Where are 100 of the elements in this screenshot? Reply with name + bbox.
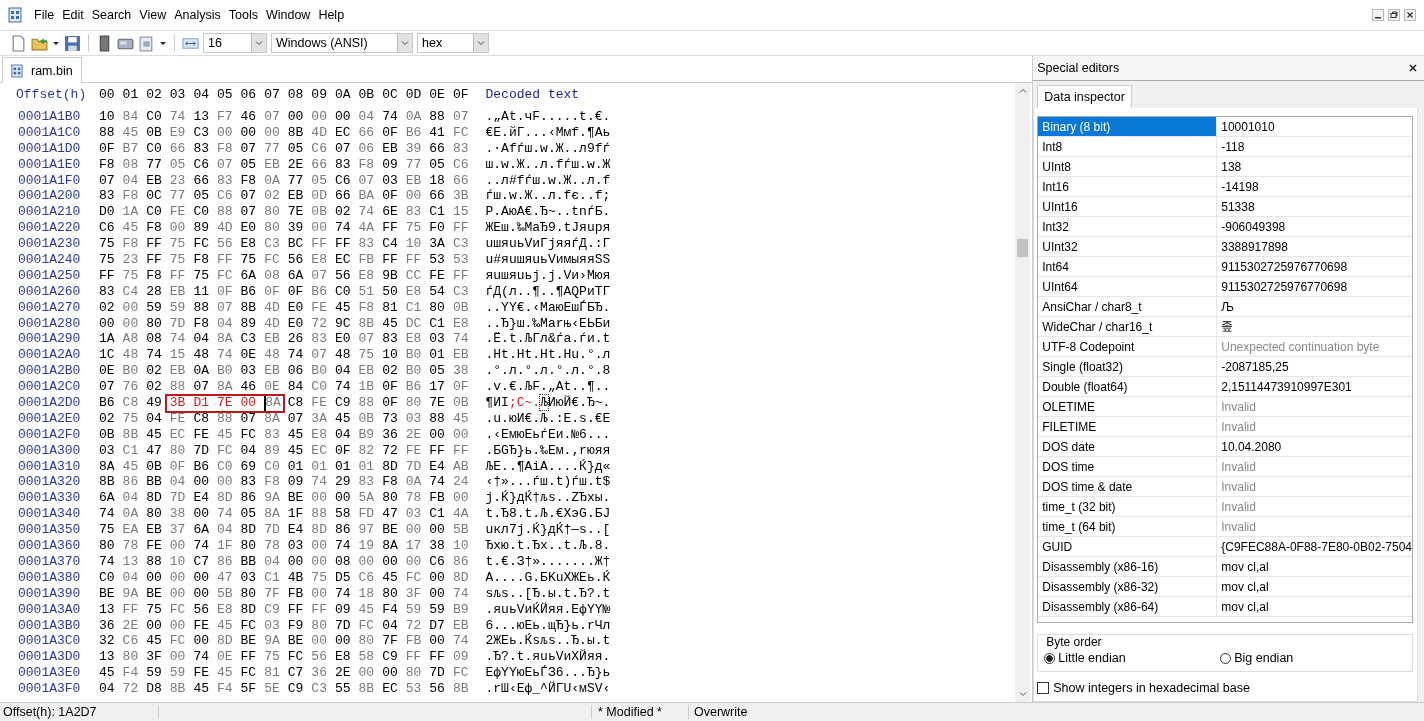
hex-byte[interactable]: 4B: [287, 569, 312, 586]
hex-byte[interactable]: 00: [358, 553, 383, 570]
hex-byte[interactable]: 4D: [216, 220, 241, 237]
hex-byte[interactable]: 88: [311, 506, 335, 523]
hex-byte[interactable]: EB: [146, 522, 170, 539]
hex-byte[interactable]: 72: [311, 315, 335, 332]
hex-byte[interactable]: 7F: [264, 585, 288, 602]
hex-byte[interactable]: 00: [99, 315, 123, 332]
hex-byte[interactable]: 86: [334, 522, 359, 539]
hex-byte[interactable]: 38: [452, 363, 477, 380]
hex-byte[interactable]: FE: [311, 299, 335, 316]
hex-byte[interactable]: FC: [358, 617, 383, 634]
hex-byte[interactable]: 05: [429, 363, 453, 380]
hex-byte[interactable]: 75: [146, 601, 170, 618]
hex-byte[interactable]: 00: [240, 124, 265, 141]
hex-byte[interactable]: 00: [429, 633, 453, 650]
hex-byte[interactable]: 80: [405, 665, 430, 682]
hex-byte[interactable]: 74: [452, 633, 477, 650]
hex-byte[interactable]: FF: [452, 220, 477, 237]
hex-byte[interactable]: 18: [358, 585, 383, 602]
hex-byte[interactable]: 56: [216, 236, 241, 252]
hex-byte[interactable]: 80: [240, 538, 265, 554]
hex-byte[interactable]: 75: [99, 522, 123, 539]
hex-byte[interactable]: 11: [193, 283, 217, 300]
inspector-row[interactable]: UTF-8 Codepoint Unexpected continuation byte: [1038, 337, 1412, 357]
hex-byte[interactable]: 7D: [334, 617, 359, 634]
hex-byte[interactable]: 00: [193, 474, 217, 491]
hex-byte[interactable]: 09: [334, 601, 359, 618]
hex-byte[interactable]: 75: [311, 569, 335, 586]
hex-byte[interactable]: 84: [122, 109, 147, 125]
hex-byte[interactable]: 75: [193, 267, 217, 284]
inspector-row[interactable]: Disassembly (x86-64) mov cl,al: [1038, 597, 1412, 617]
hex-byte[interactable]: 00: [287, 553, 312, 570]
hex-byte[interactable]: 02: [99, 410, 123, 427]
hex-byte[interactable]: 08: [146, 331, 170, 348]
hex-byte[interactable]: BE: [287, 490, 312, 507]
hex-byte[interactable]: 00: [382, 553, 406, 570]
hex-byte[interactable]: 0C: [146, 188, 170, 205]
hex-byte[interactable]: 74: [216, 506, 241, 523]
hex-byte[interactable]: 37: [169, 522, 194, 539]
hex-byte[interactable]: 83: [264, 426, 288, 443]
hex-byte[interactable]: 82: [358, 442, 383, 459]
hex-byte[interactable]: 0B: [146, 458, 170, 475]
hex-byte[interactable]: C1: [264, 569, 288, 586]
hex-byte[interactable]: 88: [216, 410, 241, 427]
hex-byte[interactable]: 00: [169, 220, 194, 237]
menu-item[interactable]: Edit: [58, 8, 88, 22]
hex-byte[interactable]: C6: [429, 553, 453, 570]
hex-byte[interactable]: 0F: [382, 124, 406, 141]
hex-byte[interactable]: 00: [193, 633, 217, 650]
hex-byte[interactable]: 74: [334, 538, 359, 554]
hex-byte[interactable]: 45: [287, 442, 312, 459]
hex-byte[interactable]: FE: [193, 665, 217, 682]
hex-byte[interactable]: E8: [452, 315, 477, 332]
hex-byte[interactable]: 04: [122, 569, 147, 586]
hex-byte[interactable]: F8: [122, 236, 147, 252]
hex-byte[interactable]: 13: [99, 649, 123, 666]
inspector-row[interactable]: time_t (64 bit) Invalid: [1038, 517, 1412, 537]
hex-byte[interactable]: 6A: [193, 522, 217, 539]
inspector-row[interactable]: AnsiChar / char8_t Љ: [1038, 297, 1412, 317]
hex-byte[interactable]: 09: [287, 474, 312, 491]
hex-byte[interactable]: F4: [216, 681, 241, 697]
hex-byte[interactable]: 00: [146, 617, 170, 634]
hex-byte[interactable]: 17: [429, 379, 453, 396]
hex-byte[interactable]: 07: [240, 410, 265, 427]
hex-byte[interactable]: A8: [122, 331, 147, 348]
hex-byte[interactable]: 1F: [216, 538, 241, 554]
hex-byte[interactable]: 07: [358, 172, 383, 189]
hex-byte[interactable]: 5E: [264, 681, 288, 697]
hex-byte[interactable]: EC: [169, 426, 194, 443]
hex-byte[interactable]: 80: [264, 220, 288, 237]
hex-byte[interactable]: E8: [405, 331, 430, 348]
hex-byte[interactable]: 00: [169, 649, 194, 666]
hex-byte[interactable]: 3F: [405, 585, 430, 602]
hex-byte[interactable]: 06: [287, 363, 312, 380]
hex-byte[interactable]: 05: [311, 172, 335, 189]
hex-byte[interactable]: 0B: [452, 395, 477, 411]
inspector-row[interactable]: Single (float32) -2087185,25: [1038, 357, 1412, 377]
hex-byte[interactable]: 74: [429, 474, 453, 491]
hex-byte[interactable]: 00: [429, 569, 453, 586]
hex-byte[interactable]: C3: [452, 283, 477, 300]
hex-byte[interactable]: C0: [99, 569, 123, 586]
hex-byte[interactable]: 01: [311, 458, 335, 475]
hex-byte[interactable]: 3F: [146, 649, 170, 666]
hex-byte[interactable]: 89: [264, 442, 288, 459]
hex-byte[interactable]: 59: [146, 299, 170, 316]
hex-byte[interactable]: 83: [99, 283, 123, 300]
hex-byte[interactable]: 1A: [122, 204, 147, 221]
menu-item[interactable]: Help: [314, 8, 349, 22]
hex-byte[interactable]: 04: [240, 442, 265, 459]
hex-byte[interactable]: 07: [99, 172, 123, 189]
hex-byte[interactable]: 80: [429, 299, 453, 316]
hex-byte[interactable]: FF: [429, 649, 453, 666]
hex-byte[interactable]: 77: [287, 172, 312, 189]
hex-byte[interactable]: 09: [382, 156, 406, 173]
hex-byte[interactable]: 69: [240, 458, 265, 475]
hex-byte[interactable]: 29: [334, 474, 359, 491]
hex-byte[interactable]: 00: [311, 109, 335, 125]
hex-byte[interactable]: 00: [240, 395, 265, 411]
hex-byte[interactable]: B9: [452, 601, 477, 618]
